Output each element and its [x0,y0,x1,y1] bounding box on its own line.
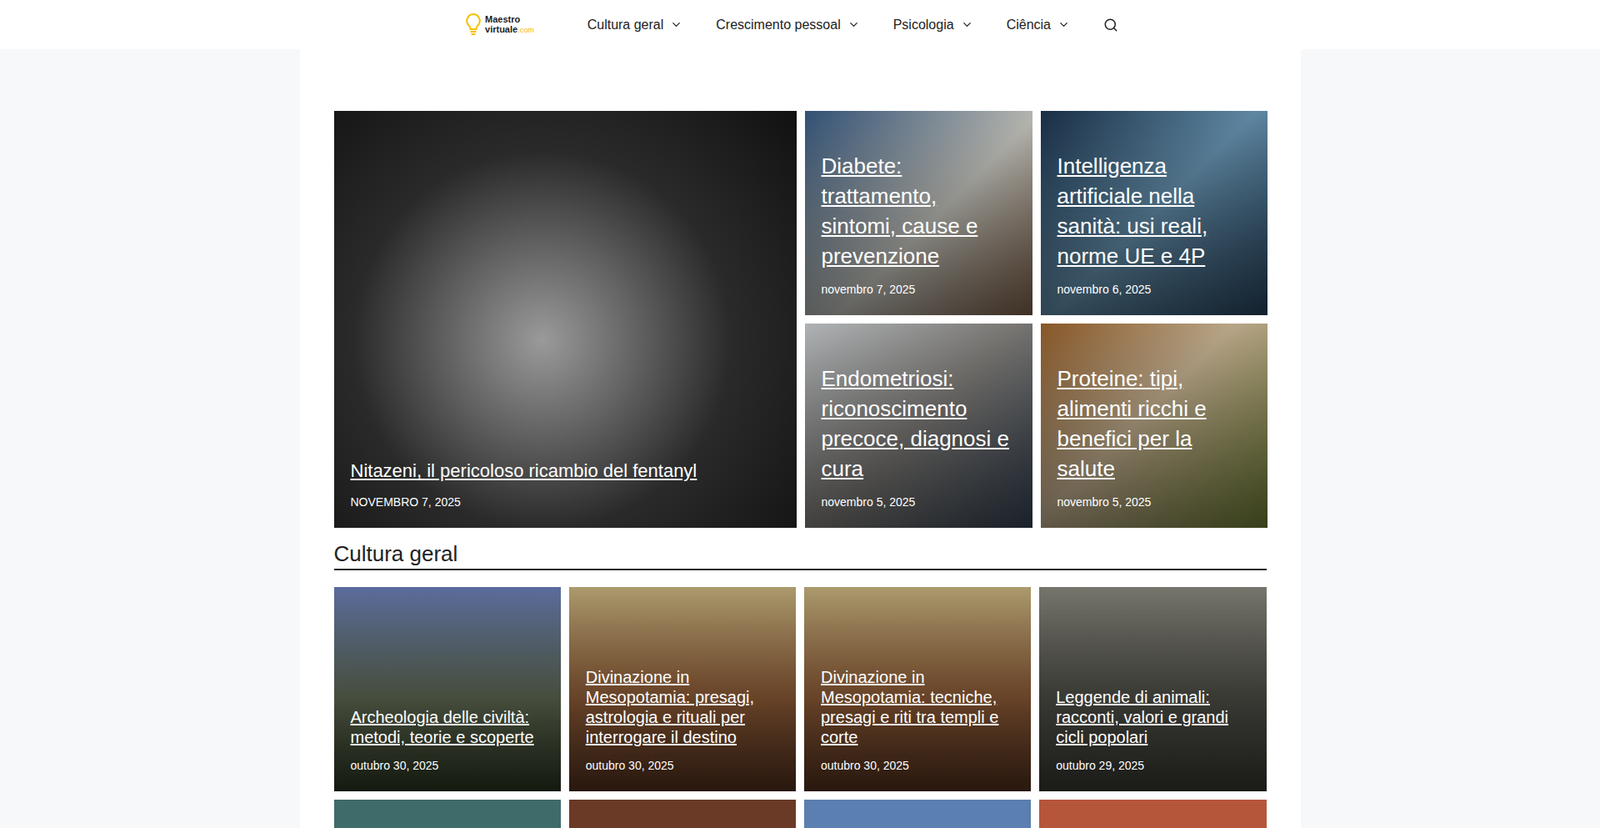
section-title: Cultura geral [334,540,1267,567]
card-overlay: Archeologia delle civiltà: metodi, teori… [334,586,561,791]
card-date: novembro 6, 2025 [1057,280,1251,299]
card-overlay: Proteine: tipi, alimenti ricchi e benefi… [1040,323,1268,528]
article-card[interactable] [569,799,796,828]
logo-line1: Maestro [485,15,535,25]
card-title[interactable]: Diabete: trattamento, sintomi, cause e p… [821,150,1016,271]
page: Maestrovirtuale.comCultura geralCrescime… [0,0,1600,828]
card-title[interactable]: Nitazeni, il pericoloso ricambio del fen… [350,459,780,484]
chevron-down-icon [670,18,683,31]
card-date: outubro 30, 2025 [820,756,1015,775]
featured-card[interactable]: Endometriosi: riconoscimento precoce, di… [805,323,1033,528]
chevron-down-icon [847,18,860,31]
featured-main[interactable]: Nitazeni, il pericoloso ricambio del fen… [334,110,797,528]
nav-item[interactable]: Ciência [990,15,1087,35]
search-icon [1103,17,1119,33]
article-card[interactable] [334,799,561,828]
card-overlay: Endometriosi: riconoscimento precoce, di… [805,323,1033,528]
card-title[interactable]: Leggende di animali: racconti, valori e … [1055,686,1250,747]
header: Maestrovirtuale.com Cultura geralCrescime… [0,0,1600,50]
logo-line2: virtuale [485,24,518,35]
card-overlay: Diabete: trattamento, sintomi, cause e p… [805,110,1033,315]
article-card[interactable]: Archeologia delle civiltà: metodi, teori… [334,586,561,791]
card-title[interactable]: Proteine: tipi, alimenti ricchi e benefi… [1057,363,1251,484]
card-overlay: Intelligenza artificiale nella sanità: u… [1040,110,1268,315]
logo[interactable]: Maestrovirtuale.com [465,12,535,38]
section-grid: Archeologia delle civiltà: metodi, teori… [334,586,1267,828]
card-date: outubro 29, 2025 [1055,756,1250,775]
card-title[interactable]: Intelligenza artificiale nella sanità: u… [1057,150,1251,271]
chevron-down-icon [960,18,974,31]
card-date: novembro 5, 2025 [1057,493,1251,511]
card-title[interactable]: Endometriosi: riconoscimento precoce, di… [821,363,1016,484]
search-button[interactable] [1086,17,1135,33]
article-card[interactable] [804,799,1031,828]
card-date: outubro 30, 2025 [585,756,780,775]
card-date: novembro 5, 2025 [821,493,1016,511]
nav-item[interactable]: Crescimento pessoal [699,15,876,35]
logo-suffix: .com [517,25,535,35]
content: Nitazeni, il pericoloso ricambio del fen… [300,49,1301,828]
card-date: novembro 7, 2025 [821,280,1016,299]
card-title[interactable]: Divinazione in Mesopotamia: tecniche, pr… [820,666,1015,747]
lightbulb-icon [465,12,482,38]
card-date: outubro 30, 2025 [350,756,545,775]
card-overlay: Divinazione in Mesopotamia: tecniche, pr… [804,586,1031,791]
card-title[interactable]: Archeologia delle civiltà: metodi, teori… [350,706,545,747]
nav-item[interactable]: Cultura geral [570,15,700,35]
card-date: NOVEMBRO 7, 2025 [350,493,780,511]
featured-grid: Nitazeni, il pericoloso ricambio del fen… [334,110,1267,528]
section-header: Cultura geral [334,540,1267,570]
article-card[interactable]: Leggende di animali: racconti, valori e … [1039,586,1266,791]
card-title[interactable]: Divinazione in Mesopotamia: presagi, ast… [585,666,780,747]
featured-card[interactable]: Proteine: tipi, alimenti ricchi e benefi… [1040,323,1268,528]
featured-card[interactable]: Intelligenza artificiale nella sanità: u… [1040,110,1268,315]
article-card[interactable]: Divinazione in Mesopotamia: tecniche, pr… [804,586,1031,791]
article-card[interactable] [1039,799,1266,828]
card-overlay: Leggende di animali: racconti, valori e … [1039,586,1266,791]
chevron-down-icon [1057,18,1070,31]
nav-item[interactable]: Psicologia [876,15,990,35]
featured-card[interactable]: Diabete: trattamento, sintomi, cause e p… [805,110,1033,315]
card-overlay: Divinazione in Mesopotamia: presagi, ast… [569,586,796,791]
article-card[interactable]: Divinazione in Mesopotamia: presagi, ast… [569,586,796,791]
